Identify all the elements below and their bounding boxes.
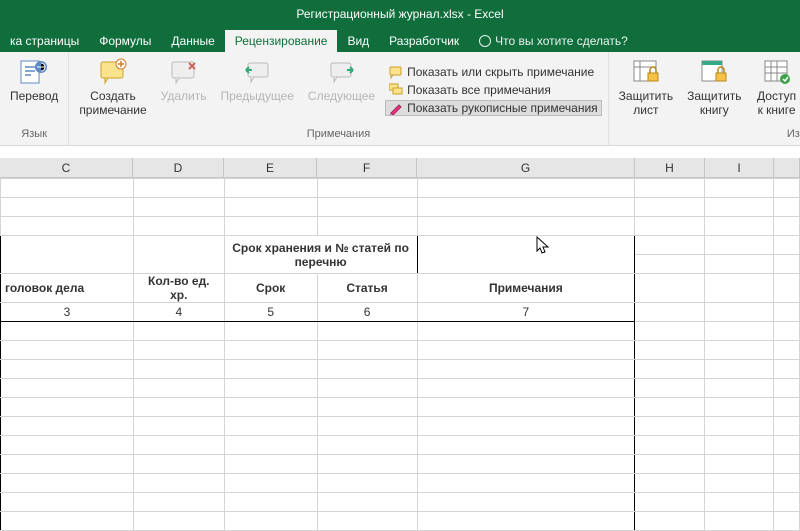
col-header-g[interactable]: G	[417, 158, 635, 177]
spreadsheet-area[interactable]: C D E F G H I Срок хранения и № статей п…	[0, 146, 800, 520]
col-header-e[interactable]: E	[224, 158, 317, 177]
protect-workbook-label: Защитить книгу	[687, 90, 741, 118]
colnum-2[interactable]: 4	[133, 303, 224, 322]
group-comments: Создать примечание Удалить Предыдущее Сл…	[69, 52, 608, 145]
col-header-c[interactable]: C	[0, 158, 133, 177]
colnum-1[interactable]: 3	[1, 303, 134, 322]
tab-page-layout[interactable]: ка страницы	[0, 30, 89, 52]
protect-workbook-button[interactable]: Защитить книгу	[683, 54, 745, 126]
group-language: Перевод Язык	[0, 52, 69, 145]
previous-comment-icon	[241, 56, 273, 88]
show-all-comments-button[interactable]: Показать все примечания	[385, 82, 602, 98]
header-4[interactable]: Статья	[317, 274, 417, 303]
show-hide-comment-label: Показать или скрыть примечание	[407, 65, 594, 79]
tab-developer[interactable]: Разработчик	[379, 30, 469, 52]
column-headers: C D E F G H I	[0, 158, 800, 178]
new-comment-label: Создать примечание	[79, 90, 146, 118]
translate-icon	[18, 56, 50, 88]
share-workbook-button[interactable]: Доступ к книге	[752, 54, 800, 126]
share-workbook-icon	[761, 56, 793, 88]
show-all-comments-icon	[389, 83, 403, 97]
show-hide-comment-button[interactable]: Показать или скрыть примечание	[385, 64, 602, 80]
ribbon-tabs: ка страницы Формулы Данные Рецензировани…	[0, 28, 800, 52]
header-1[interactable]: головок дела	[1, 274, 134, 303]
tab-review[interactable]: Рецензирование	[225, 30, 338, 52]
protect-sheet-label: Защитить лист	[619, 90, 673, 118]
show-ink-comments-label: Показать рукописные примечания	[407, 101, 598, 115]
previous-comment-button[interactable]: Предыдущее	[216, 54, 297, 126]
ribbon: Перевод Язык Создать примечание Удалить	[0, 52, 800, 146]
delete-comment-label: Удалить	[161, 90, 207, 104]
group-comments-label: Примечания	[75, 126, 601, 143]
group-changes: Защитить лист Защитить книгу Доступ к кн…	[609, 52, 800, 145]
header-5[interactable]: Примечания	[417, 274, 635, 303]
colnum-3[interactable]: 5	[224, 303, 317, 322]
protect-sheet-button[interactable]: Защитить лист	[615, 54, 677, 126]
share-workbook-label: Доступ к книге	[757, 90, 796, 118]
previous-comment-label: Предыдущее	[220, 90, 293, 104]
col-header-partial[interactable]	[774, 158, 800, 177]
lightbulb-icon	[479, 35, 491, 47]
tell-me-placeholder: Что вы хотите сделать?	[495, 34, 628, 48]
comment-options-stack: Показать или скрыть примечание Показать …	[385, 54, 602, 126]
title-bar: Регистрационный журнал.xlsx - Excel	[0, 0, 800, 28]
col-header-d[interactable]: D	[133, 158, 224, 177]
protect-sheet-icon	[630, 56, 662, 88]
group-language-label: Язык	[6, 126, 62, 143]
next-comment-icon	[326, 56, 358, 88]
col-header-i[interactable]: I	[705, 158, 774, 177]
tab-data[interactable]: Данные	[161, 30, 224, 52]
show-ink-comments-icon	[389, 101, 403, 115]
protect-workbook-icon	[698, 56, 730, 88]
translate-button[interactable]: Перевод	[6, 54, 62, 126]
cell-grid[interactable]: Срок хранения и № статей по перечню голо…	[0, 178, 800, 531]
new-comment-button[interactable]: Создать примечание	[75, 54, 150, 126]
translate-label: Перевод	[10, 90, 58, 104]
col-header-f[interactable]: F	[317, 158, 417, 177]
tab-formulas[interactable]: Формулы	[89, 30, 161, 52]
tell-me-search[interactable]: Что вы хотите сделать?	[469, 30, 638, 52]
header-3[interactable]: Срок	[224, 274, 317, 303]
new-comment-icon	[97, 56, 129, 88]
group-changes-label: Изменения	[615, 126, 800, 143]
colnum-4[interactable]: 6	[317, 303, 417, 322]
colnum-5[interactable]: 7	[417, 303, 635, 322]
delete-comment-button[interactable]: Удалить	[157, 54, 211, 126]
delete-comment-icon	[168, 56, 200, 88]
col-header-h[interactable]: H	[635, 158, 705, 177]
show-ink-comments-button[interactable]: Показать рукописные примечания	[385, 100, 602, 116]
next-comment-button[interactable]: Следующее	[304, 54, 379, 126]
show-hide-comment-icon	[389, 65, 403, 79]
header-2[interactable]: Кол-во ед. хр.	[133, 274, 224, 303]
app-title: Регистрационный журнал.xlsx - Excel	[296, 7, 503, 21]
tab-view[interactable]: Вид	[337, 30, 379, 52]
show-all-comments-label: Показать все примечания	[407, 83, 551, 97]
next-comment-label: Следующее	[308, 90, 375, 104]
merged-header-cell[interactable]: Срок хранения и № статей по перечню	[224, 236, 417, 274]
